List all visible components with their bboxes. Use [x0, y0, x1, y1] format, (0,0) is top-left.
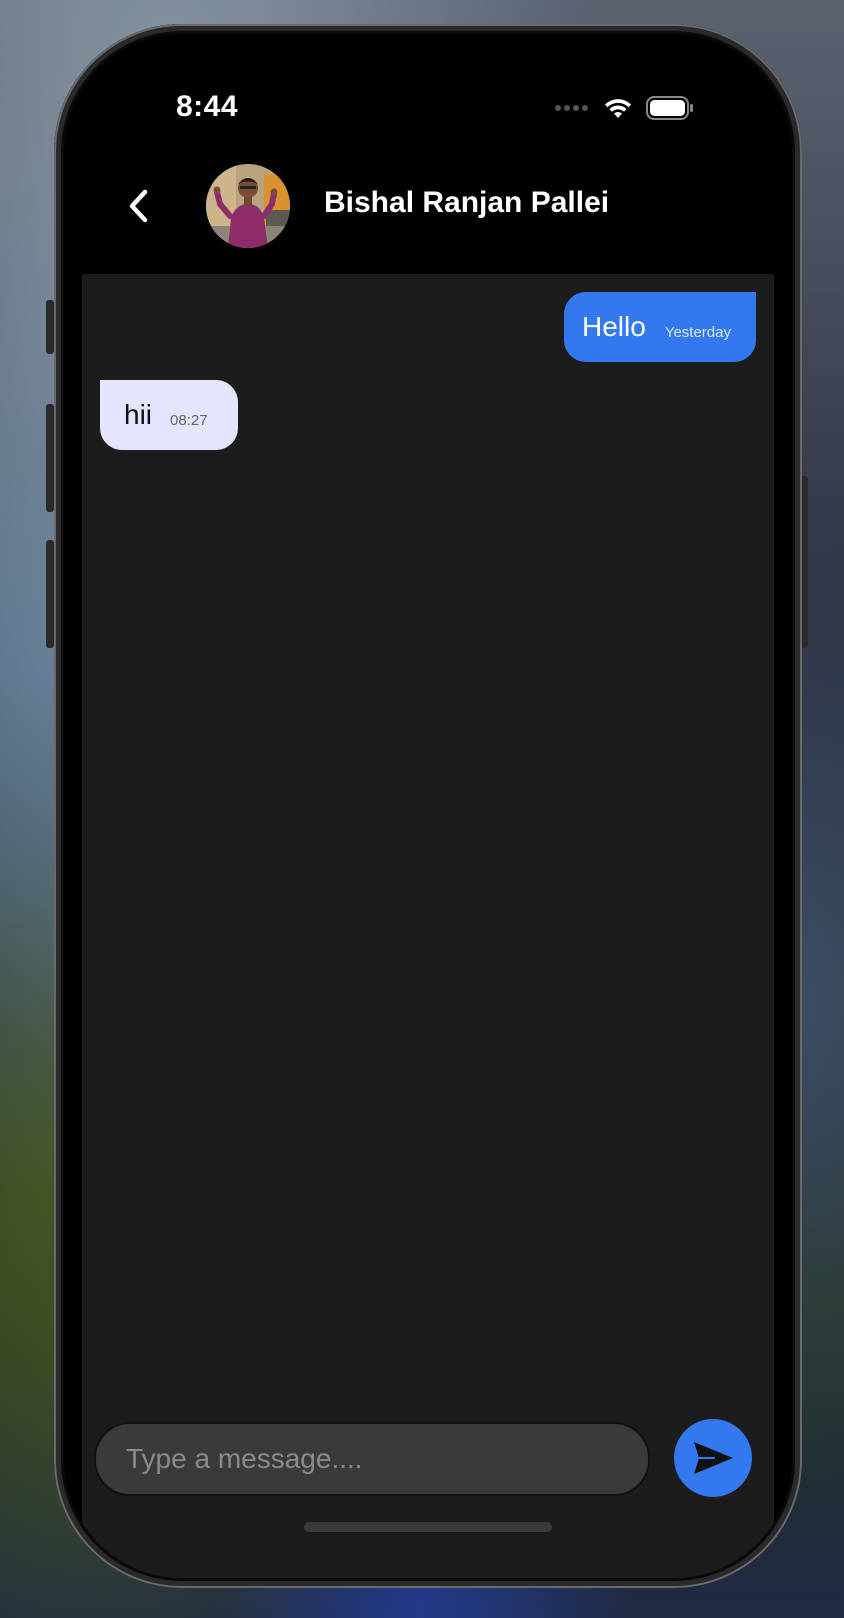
message-list[interactable]: Hello Yesterday hii 08:27 — [82, 274, 774, 1578]
message-timestamp: 08:27 — [170, 411, 208, 429]
send-button[interactable] — [674, 1419, 752, 1497]
home-indicator[interactable] — [304, 1522, 552, 1532]
message-text: Hello — [582, 311, 646, 342]
status-time: 8:44 — [176, 90, 239, 123]
contact-name[interactable]: Bishal Ranjan Pallei — [324, 186, 609, 220]
battery-icon — [646, 96, 693, 120]
wifi-icon — [605, 99, 631, 118]
contact-avatar[interactable] — [206, 164, 290, 248]
phone-volume-down-button — [46, 540, 54, 648]
back-button[interactable] — [120, 186, 156, 226]
message-composer — [94, 1422, 650, 1496]
message-input[interactable] — [96, 1424, 648, 1494]
status-icons — [554, 96, 694, 120]
phone-action-button — [46, 300, 54, 354]
avatar-photo — [206, 164, 290, 248]
message-bubble-outgoing[interactable]: Hello Yesterday — [564, 292, 756, 362]
chevron-left-icon — [129, 189, 148, 223]
message-bubble-incoming[interactable]: hii 08:27 — [100, 380, 238, 450]
phone-screen: 8:44 Bishal Ranjan Pallei Hello Yesterda… — [64, 34, 792, 1578]
chat-header: Bishal Ranjan Pallei — [64, 144, 792, 274]
message-timestamp: Yesterday — [664, 323, 731, 341]
signal-icon — [555, 105, 588, 111]
send-icon — [694, 1442, 733, 1474]
phone-volume-up-button — [46, 404, 54, 512]
message-text: hii — [124, 399, 153, 430]
